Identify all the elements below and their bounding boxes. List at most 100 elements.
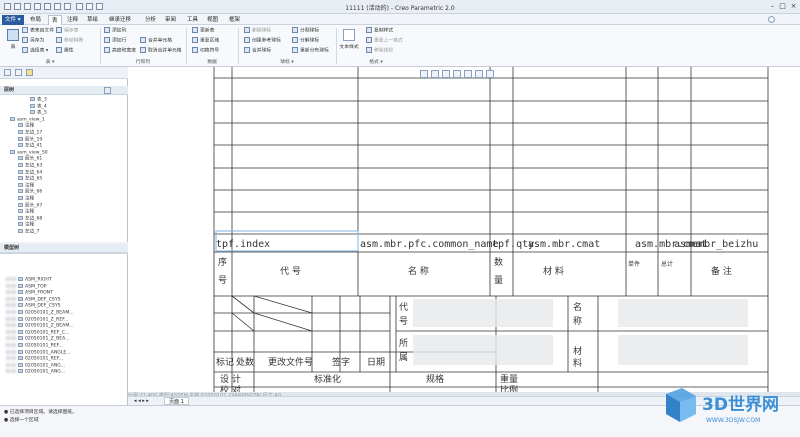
move-special-button[interactable]: 移动特殊	[56, 37, 83, 45]
zoom-out-icon[interactable]	[442, 70, 450, 78]
tree-item[interactable]: 左边_7	[18, 229, 39, 235]
tab-sketch[interactable]: 草绘	[84, 15, 101, 25]
model-tree-header[interactable]: 模型树	[0, 244, 128, 253]
help-icon[interactable]	[768, 16, 775, 23]
tab-annotate[interactable]: 注释	[64, 15, 81, 25]
properties-button[interactable]: 属性	[56, 47, 74, 55]
maximize-button[interactable]: □	[778, 2, 787, 11]
folder-icon[interactable]	[15, 69, 22, 76]
drawing-canvas[interactable]: tpf.index asm.mbr.pfc.common_name tpf.qt…	[128, 67, 800, 392]
sheet-tab[interactable]: 页面 1	[164, 397, 189, 405]
model-tree-item[interactable]: 02050101_REF_C...	[6, 329, 69, 336]
model-tree-item[interactable]: 02050101_REF...	[6, 343, 63, 349]
tree-item[interactable]: 表_5	[30, 110, 47, 116]
tree-item[interactable]: 左边_17	[18, 130, 42, 136]
model-tree-item[interactable]: 02050101_ANG...	[6, 369, 65, 375]
tree-settings-icon[interactable]	[104, 87, 111, 94]
height-width-button[interactable]: 高度和宽度	[104, 47, 136, 55]
tab-review[interactable]: 审阅	[162, 15, 179, 25]
datum-display-icon[interactable]	[475, 70, 483, 78]
merge-cells-button[interactable]: 合并单元格	[140, 37, 172, 45]
update-table-button[interactable]: 更新表	[192, 27, 214, 35]
tb-ratio: 比例	[500, 384, 518, 392]
delete-balloon-button[interactable]: 删除球标	[244, 27, 271, 35]
text-style-button[interactable]: 文本样式	[338, 27, 360, 57]
create-ref-balloon-button[interactable]: 创建参考球标	[244, 37, 281, 45]
tab-frame[interactable]: 框架	[226, 15, 243, 25]
select-table-button[interactable]: 选择表 ▾	[22, 47, 48, 55]
model-tree-item[interactable]: 02050101_Z_BEA...	[6, 336, 70, 342]
tree-item[interactable]: 箭头_67	[18, 202, 42, 209]
tree-item[interactable]: 表_3	[30, 97, 47, 103]
model-tree-item[interactable]: 02050101_REF...	[6, 356, 63, 362]
model-tree-item[interactable]: 02050101_Z_REF...	[6, 316, 69, 323]
tree-item[interactable]: 左边_68	[18, 215, 42, 222]
tree-item[interactable]: 表_4	[30, 103, 47, 110]
close-button[interactable]: ×	[789, 2, 798, 11]
delete-balloon-icon	[244, 27, 250, 33]
tree-item[interactable]: 箭头_61	[18, 156, 42, 162]
model-tree-item[interactable]: 02050101_Z_BEAM...	[6, 310, 74, 316]
tree-item[interactable]: asm_view_1	[10, 116, 45, 123]
tab-legacy-migration[interactable]: 继承迁移	[106, 15, 134, 25]
model-tree-item[interactable]: ASM_DEF_CSYS	[6, 296, 61, 303]
table-from-file-button[interactable]: 表来自文件	[22, 27, 54, 35]
model-tree-item[interactable]: ASM_FRONT	[6, 290, 53, 296]
model-tree-item[interactable]: 02050101_ANG...	[6, 362, 65, 369]
model-tree-item[interactable]: ASM_RIGHT	[6, 277, 52, 283]
tree-item[interactable]: 注释	[18, 222, 34, 228]
tree-item[interactable]: 注释	[18, 196, 34, 202]
unmerge-cells-button[interactable]: 取消合并单元格	[140, 47, 182, 55]
tree-item[interactable]: 左边_63	[18, 163, 42, 169]
add-row-button[interactable]: 添加行	[104, 37, 126, 45]
table-button[interactable]: 表	[2, 27, 24, 57]
favorites-icon[interactable]	[26, 69, 33, 76]
tb-change-doc: 更改文件号	[268, 356, 313, 368]
repaint-icon[interactable]	[453, 70, 461, 78]
tb-spec: 规格	[426, 373, 444, 385]
remove-segment-button[interactable]: 移除线段	[366, 47, 393, 55]
tree-item[interactable]: 箭头_19	[18, 136, 42, 143]
tab-analysis[interactable]: 分析	[142, 15, 159, 25]
tree-item[interactable]: 左边_65	[18, 176, 42, 182]
merge-balloon-button[interactable]: 合并球标	[244, 47, 271, 55]
tree-item[interactable]: 注释	[18, 209, 34, 215]
minimize-button[interactable]: –	[768, 2, 777, 11]
tree-item[interactable]: 注释	[18, 123, 34, 129]
model-tree-item[interactable]: 02050101_Z_BEAM...	[6, 323, 74, 329]
add-column-button[interactable]: 添加列	[104, 27, 126, 35]
tree-item-label: 箭头_66	[25, 189, 43, 195]
refit-icon[interactable]	[420, 70, 428, 78]
repeat-region-button[interactable]: 重复区域	[192, 37, 219, 45]
save-table-button[interactable]: 保存表	[56, 27, 78, 35]
sheet-nav-icons[interactable]: ◂ ◂ ▸ ▸	[134, 398, 149, 404]
tree-icon[interactable]	[4, 69, 11, 76]
split-balloon-button[interactable]: 分割球标	[292, 27, 319, 35]
repeat-last-format-button[interactable]: 重复上一格式	[366, 37, 403, 45]
tree-item[interactable]: asm_view_50	[10, 149, 48, 156]
model-tree-item[interactable]: ASM_DEF_CSYS	[6, 303, 61, 309]
save-as-button[interactable]: 另存为	[22, 37, 44, 45]
tab-layout[interactable]: 布局	[27, 15, 44, 25]
tree-item[interactable]: 注释	[18, 182, 34, 189]
zoom-in-icon[interactable]	[431, 70, 439, 78]
title-bar: 11111 (活动的) - Creo Parametric 2.0 – □ ×	[0, 0, 800, 14]
tab-table[interactable]: 表	[48, 15, 62, 25]
blurred-code-field	[413, 299, 553, 327]
model-tree-item[interactable]: ASM_TOP	[6, 283, 47, 290]
tree-item[interactable]: 箭头_66	[18, 189, 42, 195]
explode-balloon-button[interactable]: 分解球标	[292, 37, 319, 45]
display-style-icon[interactable]	[464, 70, 472, 78]
tab-file[interactable]: 文件 ▾	[2, 15, 24, 25]
tree-item[interactable]: 左边_41	[18, 143, 42, 149]
tab-view[interactable]: 视图	[204, 15, 221, 25]
model-tree-item[interactable]: 02050101_ANGLE...	[6, 349, 71, 356]
annotation-display-icon[interactable]	[486, 70, 494, 78]
redistribute-balloon-button[interactable]: 重新分布球标	[292, 47, 329, 55]
switch-symbols-button[interactable]: 切换符号	[192, 47, 219, 55]
copy-style-button[interactable]: 复制样式	[366, 27, 393, 35]
tree-item[interactable]: 左边_64	[18, 169, 42, 176]
tb-material-label-2: 料	[573, 357, 582, 369]
tab-tools[interactable]: 工具	[184, 15, 201, 25]
model-item-label: 02050101_Z_BEAM...	[25, 310, 74, 316]
